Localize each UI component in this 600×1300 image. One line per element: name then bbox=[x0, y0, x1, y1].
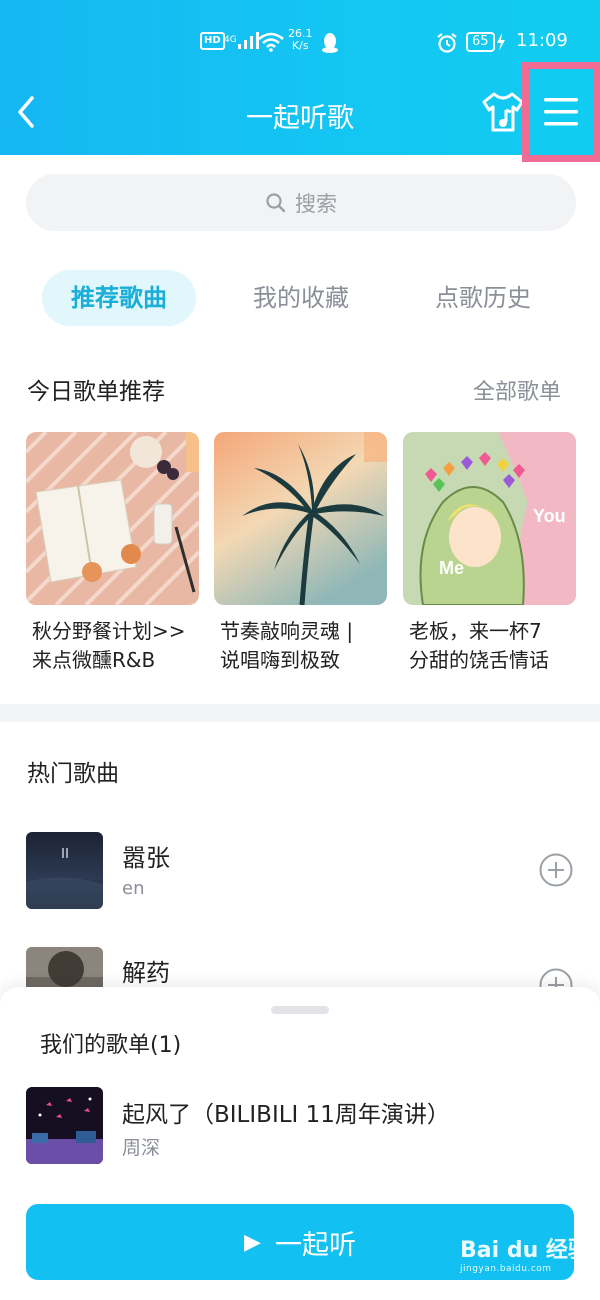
section-divider bbox=[0, 704, 600, 722]
theme-button[interactable] bbox=[480, 90, 526, 136]
play-icon: ▶ bbox=[244, 1229, 261, 1255]
tab-bar: 推荐歌曲 我的收藏 点歌历史 bbox=[0, 270, 600, 326]
sheet-title: 我们的歌单(1) bbox=[40, 1033, 182, 1058]
wifi-indicator bbox=[258, 32, 284, 52]
clock: 11:09 bbox=[516, 30, 568, 51]
wifi-icon bbox=[258, 32, 284, 52]
watermark-url: jingyan.baidu.com bbox=[460, 1264, 552, 1274]
playlist-title: 老板，来一杯7 分甜的饶舌情话 bbox=[403, 617, 576, 675]
playlist-title-line: 说唱嗨到极致 bbox=[220, 648, 340, 672]
song-artist: en bbox=[122, 878, 145, 899]
song-row[interactable]: 嚣张 en bbox=[26, 832, 586, 910]
playlist-title-line: 来点微醺R&B bbox=[32, 648, 156, 672]
section-title-playlists: 今日歌单推荐 bbox=[27, 379, 165, 405]
playlist-cover-anime: You Me bbox=[403, 432, 576, 605]
alarm-indicator bbox=[436, 32, 458, 54]
back-button[interactable] bbox=[8, 90, 48, 134]
signal-indicator: 4G bbox=[224, 30, 261, 50]
song-name: 嚣张 bbox=[122, 844, 170, 872]
hamburger-icon bbox=[544, 98, 578, 126]
chevron-left-icon bbox=[18, 96, 34, 128]
section-title-hot-songs: 热门歌曲 bbox=[27, 761, 119, 787]
qq-indicator bbox=[320, 32, 340, 54]
playlist-title-line: 老板，来一杯7 bbox=[409, 619, 542, 643]
shirt-music-icon bbox=[482, 92, 524, 132]
speed-unit: K/s bbox=[291, 39, 309, 52]
palm-tree-image bbox=[214, 432, 387, 605]
playlist-card[interactable]: 秋分野餐计划>> 来点微醺R&B bbox=[26, 432, 199, 675]
net-speed: 26.1 K/s bbox=[288, 28, 313, 52]
playlist-title-line: 秋分野餐计划>> bbox=[32, 619, 186, 643]
search-input[interactable]: 搜索 bbox=[26, 174, 576, 231]
playlist-card[interactable]: You Me 老板，来一杯7 分甜的饶舌情话 bbox=[403, 432, 576, 675]
song-cover-image bbox=[26, 832, 103, 909]
plus-circle-icon bbox=[539, 853, 573, 887]
cover-text-me: Me bbox=[439, 558, 464, 578]
tab-history[interactable]: 点歌历史 bbox=[406, 270, 560, 326]
playlist-title-line: 节奏敲响灵魂 | bbox=[220, 619, 354, 643]
navigation-bar: 一起听歌 bbox=[0, 62, 600, 162]
cover-text-you: You bbox=[533, 506, 566, 526]
playlist-cover-palm bbox=[214, 432, 387, 605]
add-song-button[interactable] bbox=[538, 852, 574, 888]
qq-icon bbox=[322, 33, 338, 53]
battery-indicator: 65 bbox=[466, 32, 507, 52]
search-icon bbox=[266, 192, 286, 212]
queue-song-artist: 周深 bbox=[122, 1137, 161, 1159]
playlist-title: 秋分野餐计划>> 来点微醺R&B bbox=[26, 617, 199, 675]
search-placeholder: 搜索 bbox=[295, 191, 337, 216]
queue-song-cover bbox=[26, 1087, 103, 1164]
playlist-title: 节奏敲响灵魂 | 说唱嗨到极致 bbox=[214, 617, 387, 675]
hd-label: HD bbox=[200, 32, 225, 50]
playlist-cover-picnic bbox=[26, 432, 199, 605]
queue-cover-image bbox=[26, 1087, 103, 1164]
picnic-image bbox=[26, 432, 199, 605]
song-name: 解药 bbox=[122, 959, 170, 987]
hd-badge: HD bbox=[200, 32, 225, 50]
queue-song-name: 起风了（BILIBILI 11周年演讲） bbox=[122, 1102, 450, 1128]
tab-recommended[interactable]: 推荐歌曲 bbox=[42, 270, 196, 326]
playlist-card[interactable]: 节奏敲响灵魂 | 说唱嗨到极致 bbox=[214, 432, 387, 675]
tab-favorites[interactable]: 我的收藏 bbox=[224, 270, 378, 326]
battery-level: 65 bbox=[466, 32, 495, 52]
charging-icon bbox=[496, 33, 505, 51]
status-bar: HD 4G 26.1 K/s 65 11:09 bbox=[0, 28, 600, 62]
header-bar: HD 4G 26.1 K/s 65 11:09 一起听歌 bbox=[0, 0, 600, 162]
playlist-title-line: 分甜的饶舌情话 bbox=[409, 648, 549, 672]
alarm-icon bbox=[437, 33, 457, 53]
network-type: 4G bbox=[224, 35, 237, 45]
all-playlists-link[interactable]: 全部歌单 bbox=[473, 374, 561, 406]
sheet-drag-handle[interactable] bbox=[271, 1006, 329, 1014]
song-cover bbox=[26, 832, 103, 909]
anime-couple-image: You Me bbox=[403, 432, 576, 605]
watermark-brand: Bai du 经验 bbox=[460, 1238, 590, 1263]
listen-together-label: 一起听 bbox=[274, 1229, 356, 1261]
baidu-watermark: Bai du 经验 jingyan.baidu.com bbox=[460, 1232, 600, 1292]
menu-button[interactable] bbox=[522, 62, 600, 162]
